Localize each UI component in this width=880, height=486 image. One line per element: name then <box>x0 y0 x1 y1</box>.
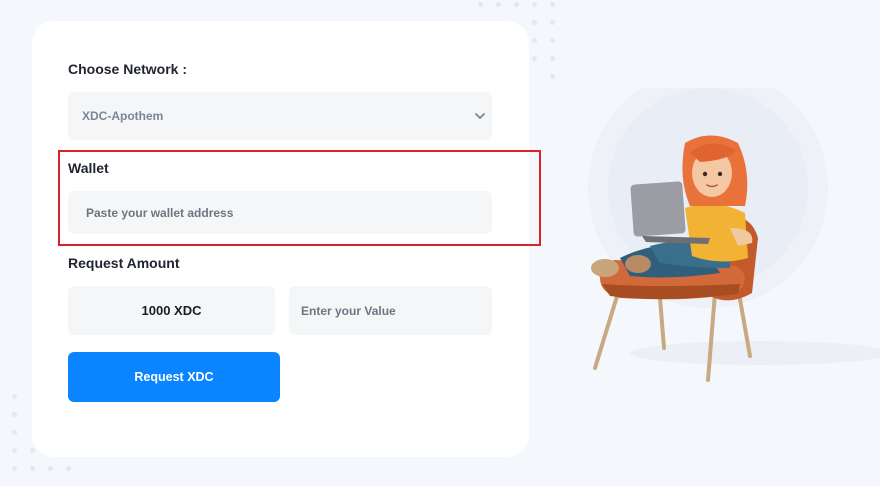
amount-input[interactable]: Enter your Value <box>289 286 492 335</box>
chevron-down-icon <box>475 113 485 119</box>
amount-label: Request Amount <box>68 255 180 271</box>
faucet-card: Choose Network : XDC-Apothem Wallet Past… <box>32 21 541 457</box>
request-xdc-button[interactable]: Request XDC <box>68 352 280 402</box>
network-label: Choose Network : <box>68 61 188 77</box>
wallet-placeholder: Paste your wallet address <box>86 205 234 220</box>
amount-fixed-value: 1000 XDC <box>68 286 275 335</box>
wallet-input[interactable]: Paste your wallet address <box>68 191 492 234</box>
girl-in-chair-illustration <box>588 88 880 382</box>
wallet-label: Wallet <box>68 160 109 176</box>
network-select[interactable]: XDC-Apothem <box>68 92 492 140</box>
network-selected-value: XDC-Apothem <box>82 109 164 123</box>
amount-placeholder: Enter your Value <box>301 303 396 318</box>
